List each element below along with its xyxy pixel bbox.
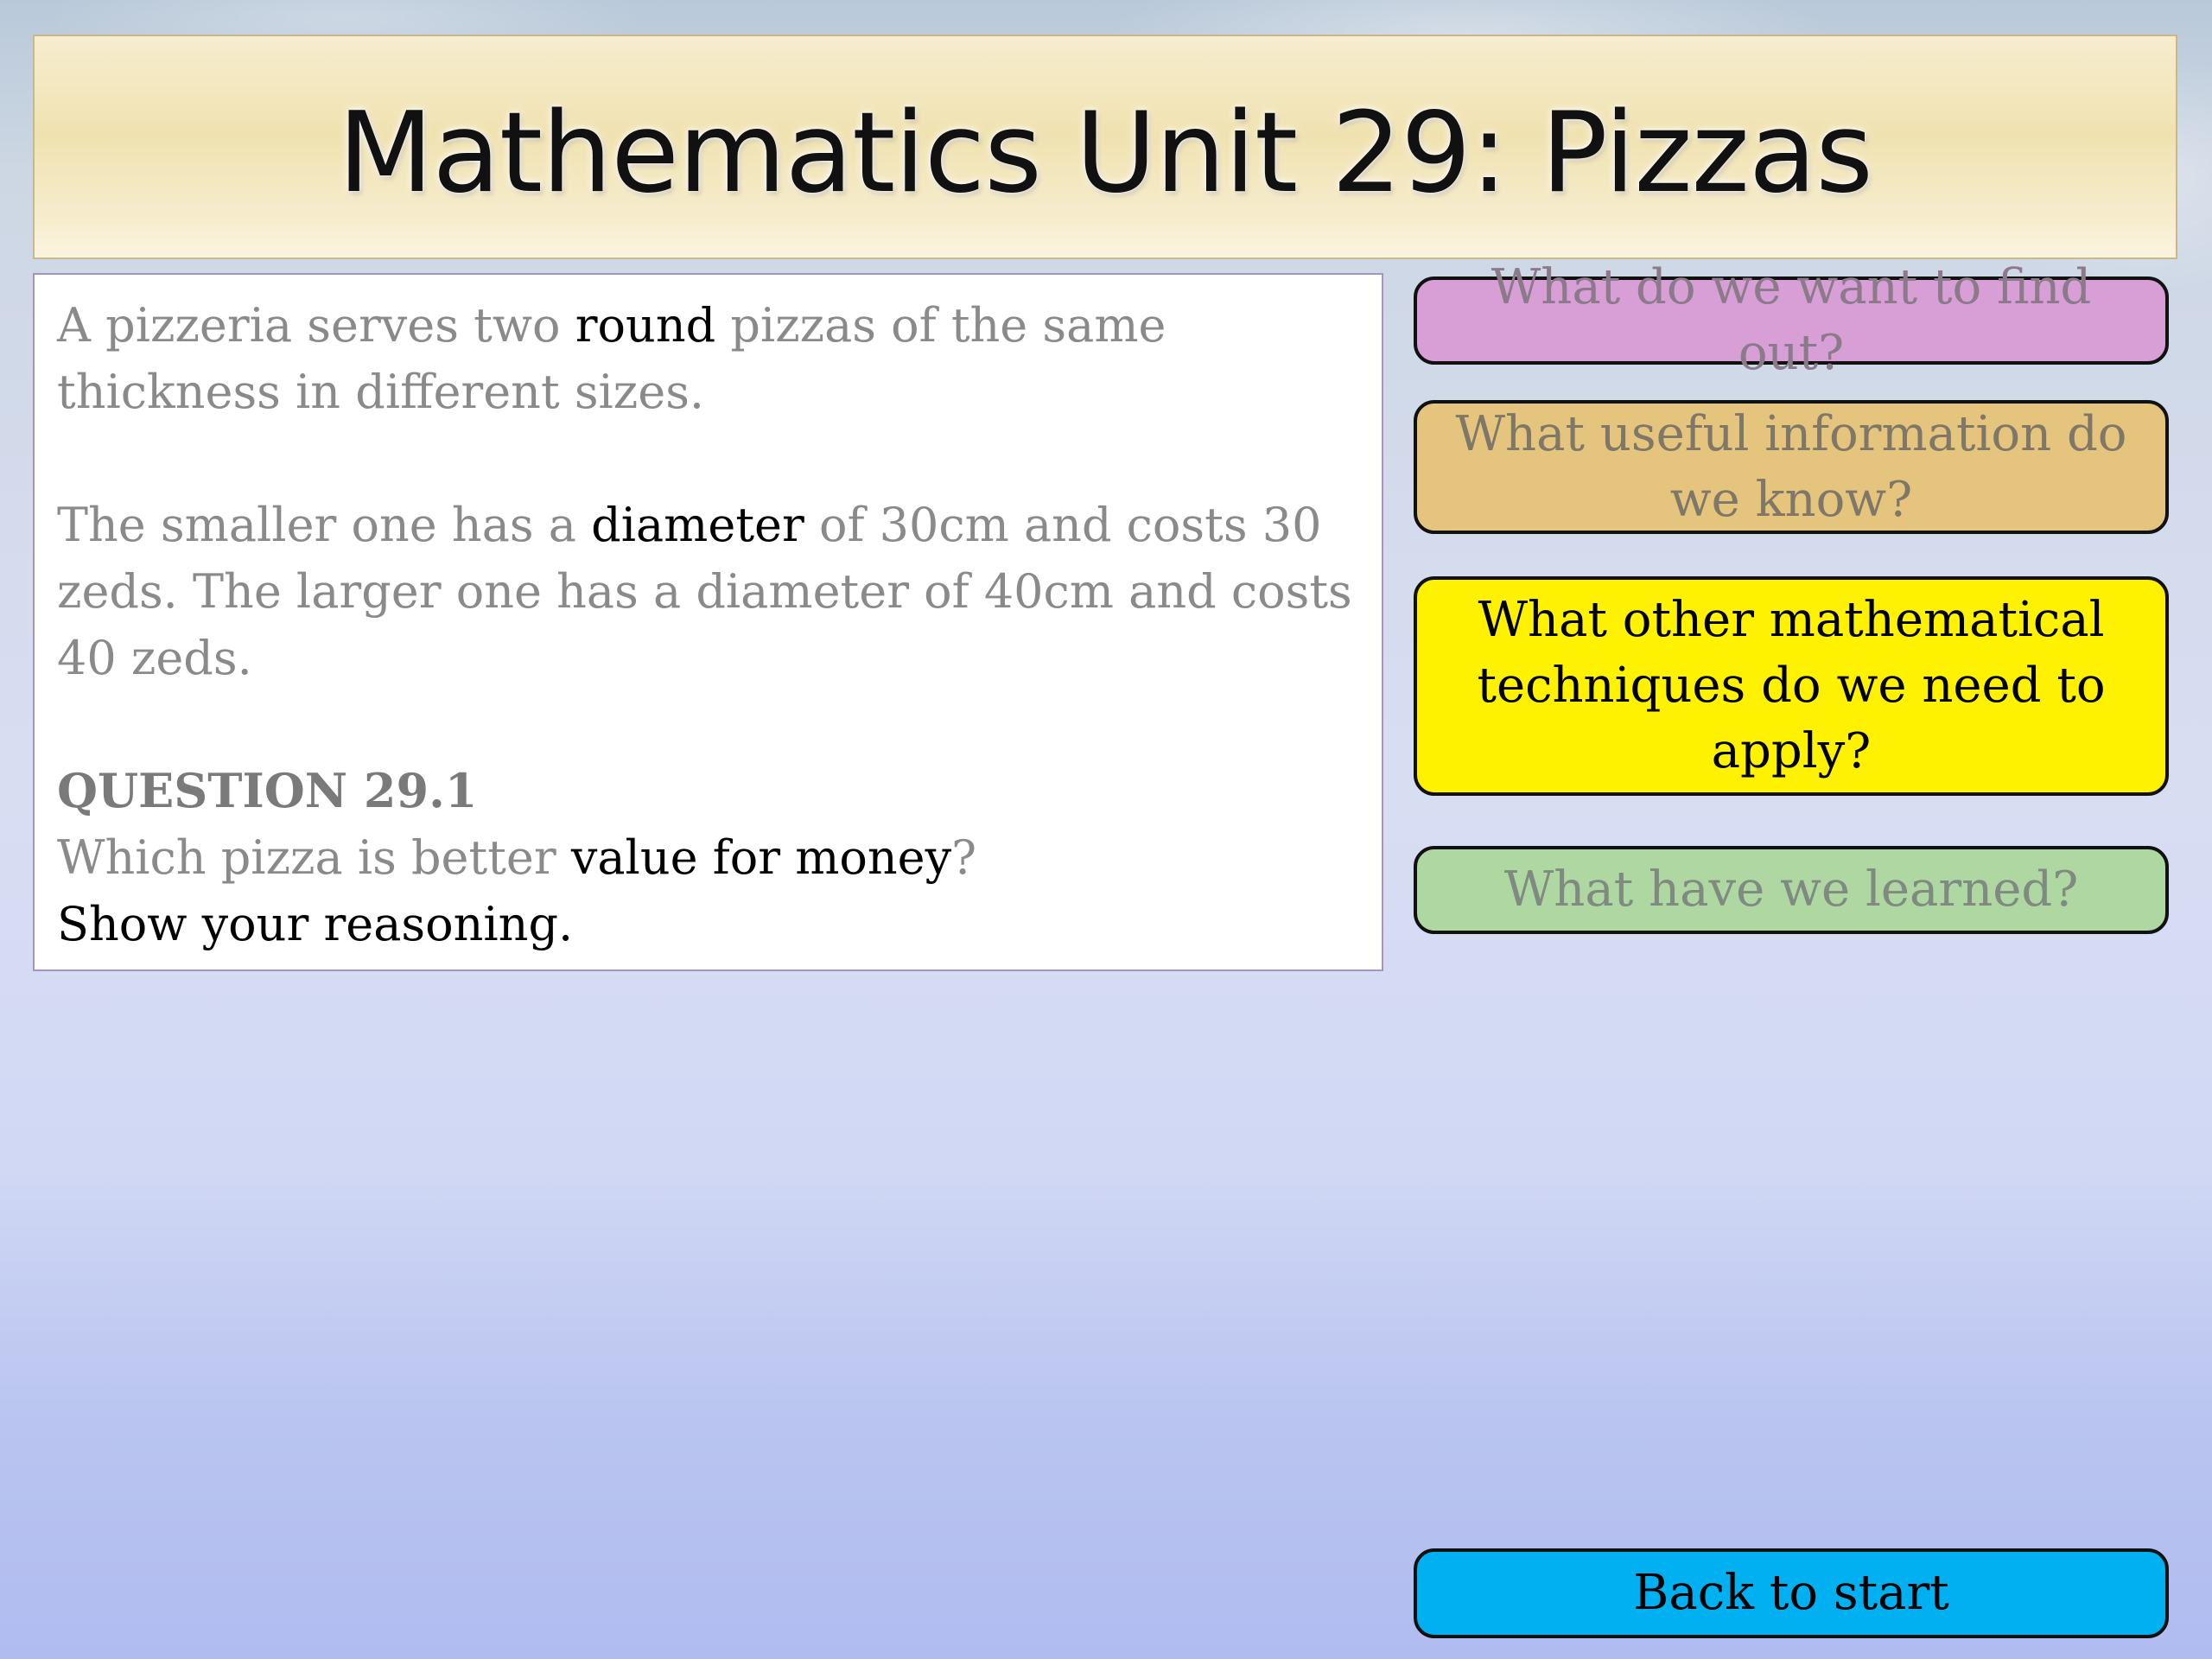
title-banner: Mathematics Unit 29: Pizzas [33, 35, 2177, 259]
intro-paragraph: A pizzeria serves two round pizzas of th… [57, 292, 1359, 425]
question-heading: QUESTION 29.1 [57, 763, 478, 818]
intro-text-start: A pizzeria serves two [57, 298, 575, 353]
prompt-text-start: Which pizza is better [57, 830, 571, 885]
question-instruction: Show your reasoning. [57, 897, 574, 951]
details-text-start: The smaller one has a [57, 498, 592, 552]
question-prompt: Which pizza is better value for money? [57, 824, 1359, 891]
keyword-round: round [575, 298, 716, 353]
useful-info-button[interactable]: What useful information do we know? [1414, 400, 2169, 534]
keyword-diameter: diameter [591, 498, 804, 552]
techniques-button[interactable]: What other mathematical techniques do we… [1414, 576, 2169, 796]
details-paragraph: The smaller one has a diameter of 30cm a… [57, 492, 1359, 691]
learned-button[interactable]: What have we learned? [1414, 846, 2169, 934]
back-to-start-button[interactable]: Back to start [1414, 1548, 2169, 1638]
question-panel: A pizzeria serves two round pizzas of th… [33, 273, 1383, 971]
prompt-text-end: ? [951, 830, 977, 885]
find-out-button[interactable]: What do we want to find out? [1414, 259, 2169, 381]
page-title: Mathematics Unit 29: Pizzas [338, 88, 1873, 218]
keyword-value-for-money: value for money [570, 830, 952, 885]
